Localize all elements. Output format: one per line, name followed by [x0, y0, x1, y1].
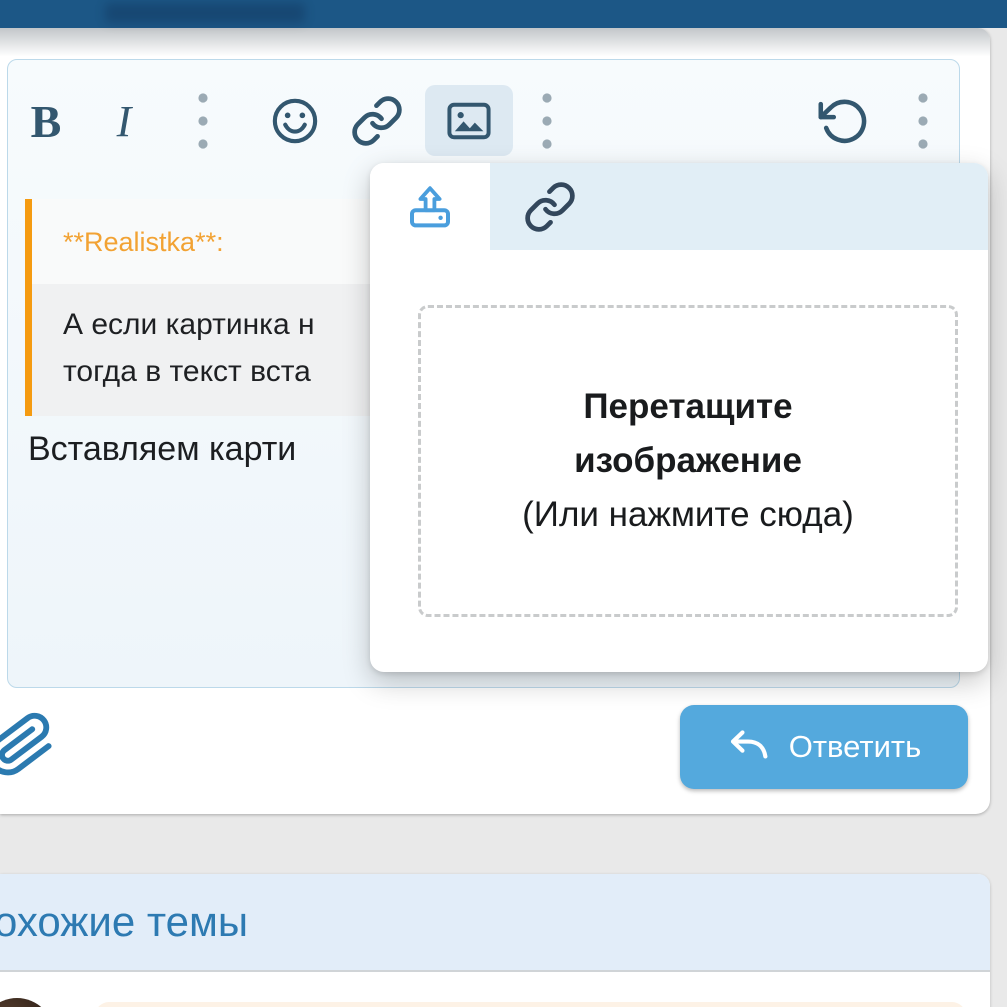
forum-reply-page: B I	[0, 0, 1007, 1007]
paperclip-icon	[0, 705, 61, 784]
image-icon	[444, 96, 494, 146]
vertical-dots-icon	[541, 91, 553, 151]
similar-topics-body	[0, 972, 990, 1007]
insert-image-button-active[interactable]	[425, 85, 513, 156]
avatar[interactable]	[0, 998, 54, 1007]
top-header-bar	[0, 0, 1007, 28]
smiley-icon	[269, 95, 321, 147]
popup-tab-bar	[370, 163, 988, 250]
emoji-button[interactable]	[264, 95, 326, 147]
upload-icon	[406, 183, 454, 231]
more-insert-button[interactable]	[532, 90, 562, 152]
dropzone-title-line: Перетащите	[583, 380, 792, 434]
undo-icon	[816, 95, 868, 147]
similar-topics-header: охожие темы	[0, 874, 990, 972]
bold-icon: B	[31, 95, 62, 148]
similar-topics-card: охожие темы	[0, 874, 990, 1007]
dropzone-title-line: изображение	[574, 434, 802, 488]
link-icon	[350, 94, 404, 148]
more-formatting-button[interactable]	[188, 90, 218, 152]
reply-arrow-icon	[727, 727, 771, 767]
image-dropzone[interactable]: Перетащите изображение (Или нажмите сюда…	[418, 305, 958, 617]
reply-button[interactable]: Ответить	[680, 705, 968, 789]
topic-row[interactable]	[95, 1002, 966, 1007]
undo-button[interactable]	[812, 94, 872, 148]
reply-button-label: Ответить	[789, 729, 922, 765]
vertical-dots-icon	[917, 91, 929, 151]
italic-icon: I	[117, 96, 132, 147]
insert-link-button[interactable]	[346, 95, 408, 147]
link-icon	[523, 180, 577, 234]
similar-topics-title: охожие темы	[0, 898, 248, 946]
editor-text[interactable]: Вставляем карти	[28, 430, 296, 469]
italic-button[interactable]: I	[96, 88, 152, 154]
header-title-ghost	[105, 3, 305, 23]
dropzone-subtitle: (Или нажмите сюда)	[522, 488, 854, 542]
tab-image-by-url[interactable]	[490, 163, 610, 250]
card-top-shadow	[0, 28, 990, 58]
bold-button[interactable]: B	[18, 88, 74, 154]
vertical-dots-icon	[197, 91, 209, 151]
attach-file-button[interactable]	[0, 710, 56, 780]
image-upload-popup: Перетащите изображение (Или нажмите сюда…	[370, 163, 988, 672]
tab-upload-image-active[interactable]	[370, 163, 490, 250]
editor-menu-button[interactable]	[908, 90, 938, 152]
